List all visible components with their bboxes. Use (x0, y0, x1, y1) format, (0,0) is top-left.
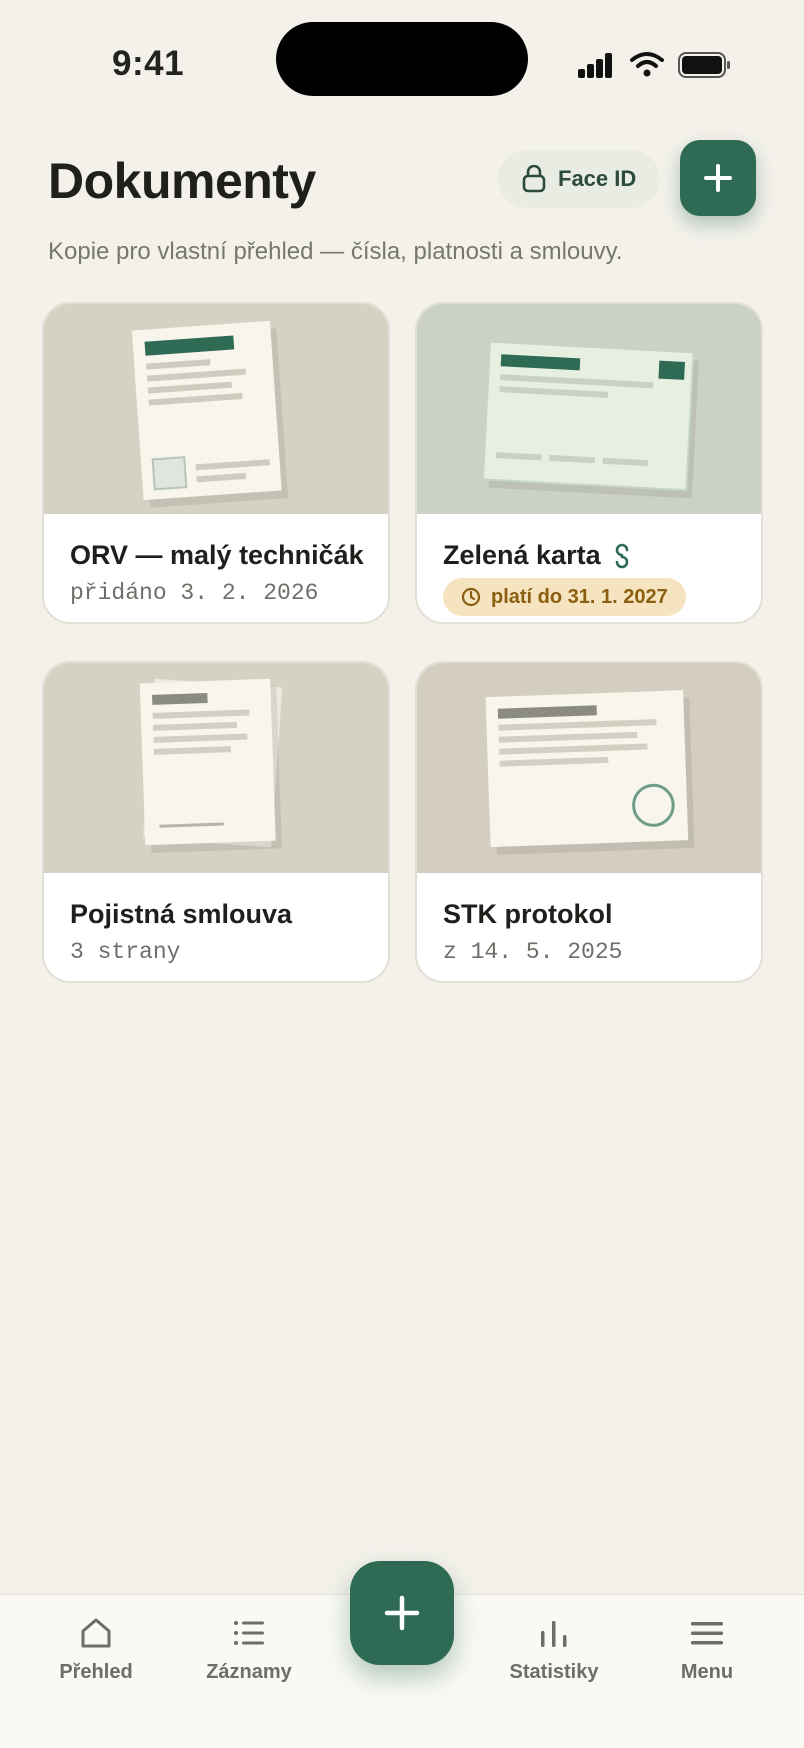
faceid-label: Face ID (558, 166, 637, 191)
document-meta: z 14. 5. 2025 (443, 939, 623, 965)
document-meta: 3 strany (70, 939, 181, 965)
tab-label: Záznamy (206, 1661, 292, 1683)
page-title: Dokumenty (48, 153, 316, 209)
document-title: STK protokol (443, 899, 613, 929)
wifi-icon (630, 52, 664, 77)
document-card-green-card[interactable]: Zelená karta platí do 31. 1. 2027 (415, 302, 763, 624)
tab-label: Statistiky (509, 1661, 599, 1683)
clock-icon (461, 587, 481, 607)
document-title: ORV — malý techničák (70, 540, 364, 570)
battery-icon (678, 52, 730, 78)
document-thumbnail (417, 663, 761, 873)
validity-badge: platí do 31. 1. 2027 (443, 578, 686, 616)
document-card-insurance[interactable]: Pojistná smlouva 3 strany (42, 661, 390, 983)
faceid-lock-button[interactable]: Face ID (498, 150, 660, 208)
document-title: Pojistná smlouva (70, 899, 293, 929)
add-document-button[interactable] (680, 140, 756, 216)
cellular-signal-icon (578, 52, 614, 78)
document-thumbnail (44, 663, 388, 873)
menu-icon (691, 1622, 723, 1645)
tab-label: Přehled (59, 1661, 133, 1683)
document-card-stk[interactable]: STK protokol z 14. 5. 2025 (415, 661, 763, 983)
status-time: 9:41 (112, 44, 185, 83)
status-bar: 9:41 (0, 0, 804, 120)
document-meta: přidáno 3. 2. 2026 (70, 580, 319, 606)
tab-statistics[interactable]: Statistiky (494, 1615, 614, 1684)
list-icon (234, 1621, 264, 1645)
tab-label: Menu (680, 1661, 734, 1683)
page-subtitle: Kopie pro vlastní přehled — čísla, platn… (48, 238, 623, 265)
document-card-orv[interactable]: ORV — malý techničák přidáno 3. 2. 2026 (42, 302, 390, 624)
tab-menu[interactable]: Menu (647, 1615, 767, 1684)
document-title: Zelená karta (443, 540, 631, 571)
lock-icon (522, 165, 546, 193)
home-icon (81, 1618, 111, 1648)
link-icon (615, 543, 628, 568)
document-thumbnail (417, 304, 761, 514)
tab-overview[interactable]: Přehled (36, 1615, 156, 1684)
tab-records[interactable]: Záznamy (189, 1615, 309, 1684)
plus-icon (384, 1595, 420, 1631)
plus-icon (704, 164, 732, 192)
document-thumbnail (44, 304, 388, 514)
bar-chart-icon (541, 1621, 567, 1647)
validity-text: platí do 31. 1. 2027 (491, 585, 668, 608)
dynamic-island (276, 22, 528, 96)
add-record-fab[interactable] (350, 1561, 454, 1665)
